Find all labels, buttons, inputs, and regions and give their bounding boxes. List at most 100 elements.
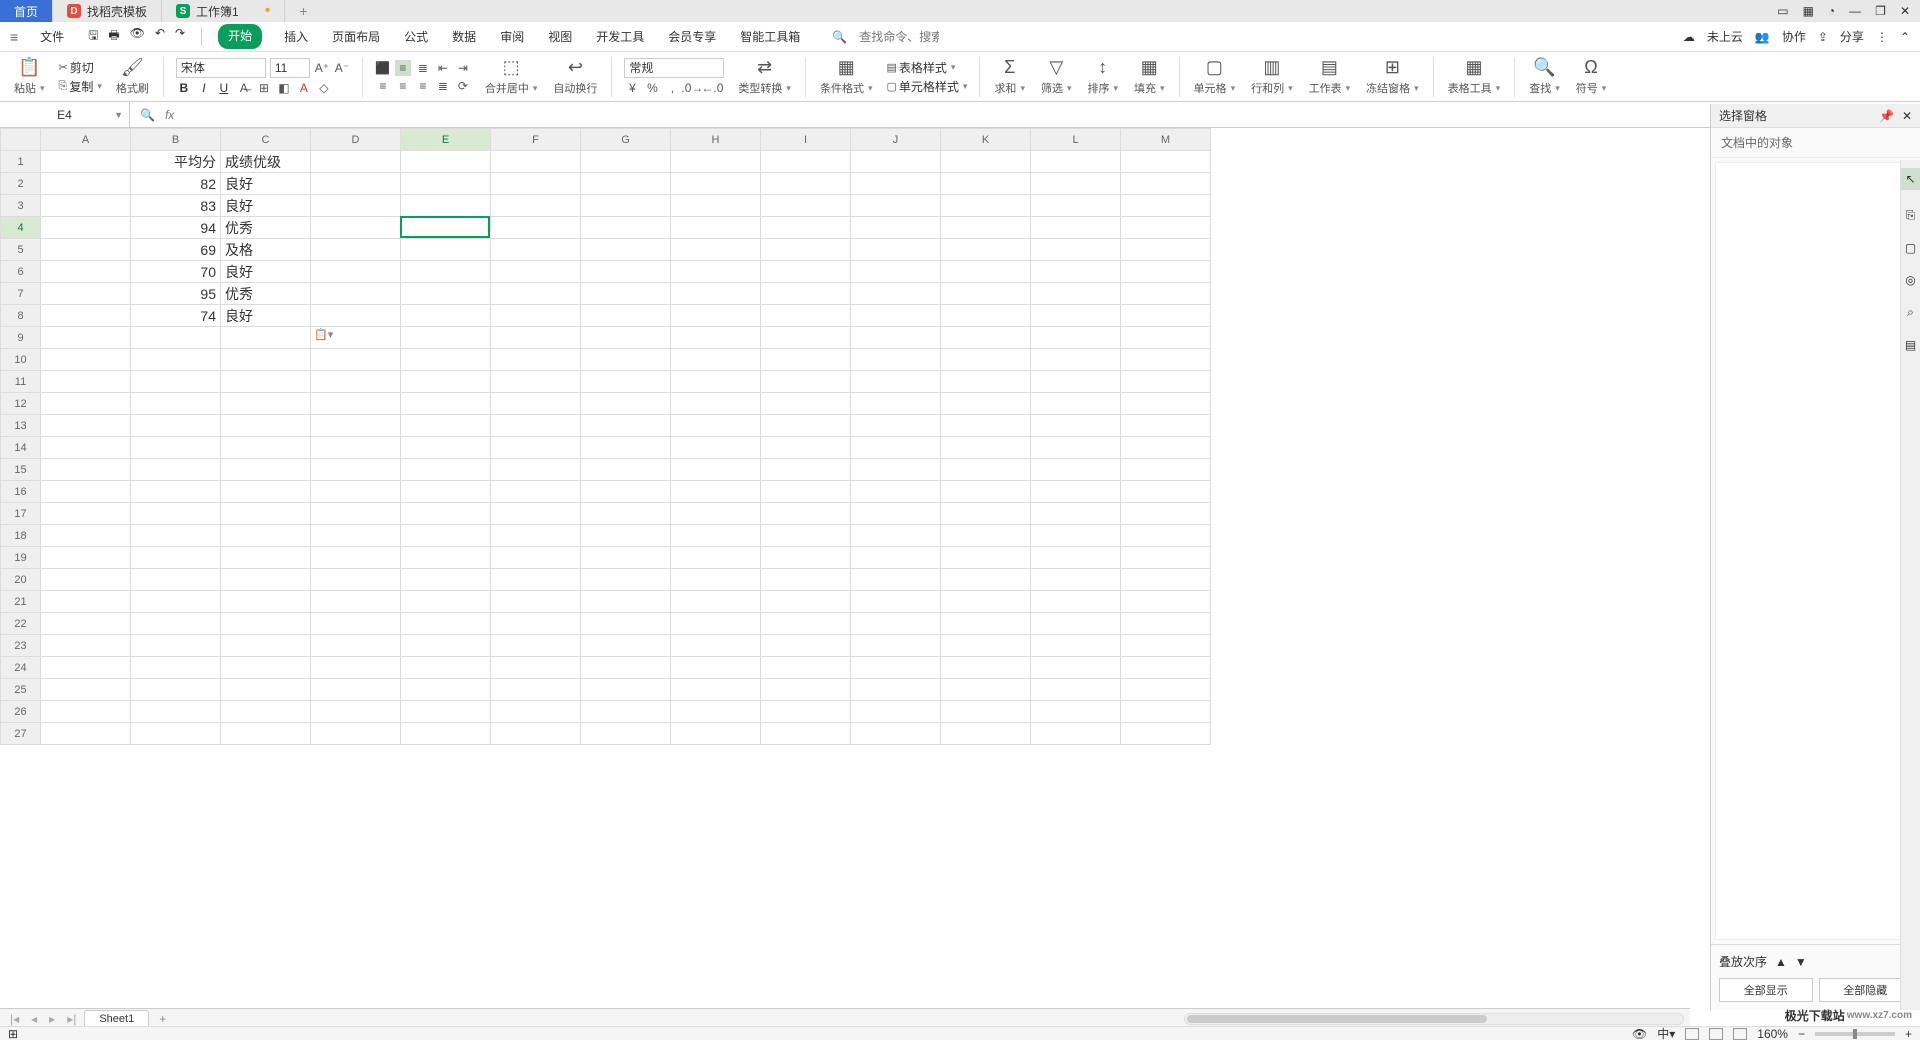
cell-A6[interactable] [41, 261, 131, 283]
cell-E5[interactable] [401, 239, 491, 261]
cell-A19[interactable] [41, 547, 131, 569]
row-header-26[interactable]: 26 [1, 701, 41, 723]
cell-L15[interactable] [1031, 459, 1121, 481]
cell-L21[interactable] [1031, 591, 1121, 613]
cell-J19[interactable] [851, 547, 941, 569]
cell-B23[interactable] [131, 635, 221, 657]
cell-G22[interactable] [581, 613, 671, 635]
cell-H14[interactable] [671, 437, 761, 459]
cell-D24[interactable] [311, 657, 401, 679]
cell-J13[interactable] [851, 415, 941, 437]
cell-D15[interactable] [311, 459, 401, 481]
cell-K27[interactable] [941, 723, 1031, 745]
cell-D10[interactable] [311, 349, 401, 371]
cell-C4[interactable]: 优秀 [221, 217, 311, 239]
tab-member[interactable]: 会员专享 [666, 24, 718, 49]
cell-B21[interactable] [131, 591, 221, 613]
cell-I13[interactable] [761, 415, 851, 437]
column-header-B[interactable]: B [131, 129, 221, 151]
cell-D13[interactable] [311, 415, 401, 437]
cell-M25[interactable] [1121, 679, 1211, 701]
cell-E18[interactable] [401, 525, 491, 547]
strike-button[interactable]: A̶ [236, 80, 252, 96]
cell-K22[interactable] [941, 613, 1031, 635]
cell-L9[interactable] [1031, 327, 1121, 349]
cell-J11[interactable] [851, 371, 941, 393]
view-break-button[interactable] [1733, 1028, 1747, 1040]
scroll-thumb[interactable] [1187, 1015, 1487, 1023]
cell-E4[interactable] [401, 217, 491, 239]
cell-M4[interactable] [1121, 217, 1211, 239]
cell-K12[interactable] [941, 393, 1031, 415]
column-header-M[interactable]: M [1121, 129, 1211, 151]
print-icon[interactable]: 🖶 [108, 26, 119, 47]
cell-A16[interactable] [41, 481, 131, 503]
cell-C2[interactable]: 良好 [221, 173, 311, 195]
cell-L18[interactable] [1031, 525, 1121, 547]
cell-F13[interactable] [491, 415, 581, 437]
cell-F3[interactable] [491, 195, 581, 217]
cell-H1[interactable] [671, 151, 761, 173]
cell-L27[interactable] [1031, 723, 1121, 745]
row-header-27[interactable]: 27 [1, 723, 41, 745]
cell-E24[interactable] [401, 657, 491, 679]
row-header-9[interactable]: 9 [1, 327, 41, 349]
formula-input[interactable] [184, 108, 1910, 122]
select-all-corner[interactable] [1, 129, 41, 151]
name-box-input[interactable] [30, 108, 100, 122]
lang-icon[interactable]: 中▾ [1657, 1025, 1675, 1042]
cell-J24[interactable] [851, 657, 941, 679]
file-menu[interactable]: 文件 [34, 26, 70, 47]
comma-icon[interactable]: , [664, 80, 680, 96]
cell-H20[interactable] [671, 569, 761, 591]
cell-C24[interactable] [221, 657, 311, 679]
layout-icon[interactable]: ▭ [1777, 4, 1788, 18]
cell-J4[interactable] [851, 217, 941, 239]
cell-E17[interactable] [401, 503, 491, 525]
cell-G7[interactable] [581, 283, 671, 305]
cell-H17[interactable] [671, 503, 761, 525]
row-header-3[interactable]: 3 [1, 195, 41, 217]
cell-G23[interactable] [581, 635, 671, 657]
cell-K9[interactable] [941, 327, 1031, 349]
cell-A20[interactable] [41, 569, 131, 591]
cell-M15[interactable] [1121, 459, 1211, 481]
cell-K1[interactable] [941, 151, 1031, 173]
cell-B6[interactable]: 70 [131, 261, 221, 283]
table-tools-button[interactable]: ▦表格工具 [1442, 57, 1507, 96]
cell-L4[interactable] [1031, 217, 1121, 239]
cell-J6[interactable] [851, 261, 941, 283]
dec-dec-icon[interactable]: ←.0 [704, 80, 720, 96]
cell-F17[interactable] [491, 503, 581, 525]
cell-E14[interactable] [401, 437, 491, 459]
row-header-1[interactable]: 1 [1, 151, 41, 173]
dec-inc-icon[interactable]: .0→ [684, 80, 700, 96]
cell-A8[interactable] [41, 305, 131, 327]
sort-button[interactable]: ↕排序 [1082, 57, 1125, 96]
cell-B9[interactable] [131, 327, 221, 349]
cell-L5[interactable] [1031, 239, 1121, 261]
cell-D2[interactable] [311, 173, 401, 195]
tool-icon-5[interactable]: ▤ [1905, 338, 1916, 352]
cell-J5[interactable] [851, 239, 941, 261]
cell-I25[interactable] [761, 679, 851, 701]
cell-I3[interactable] [761, 195, 851, 217]
cell-H23[interactable] [671, 635, 761, 657]
percent-icon[interactable]: % [644, 80, 660, 96]
coop-icon[interactable]: 👥 [1755, 30, 1770, 44]
cell-I1[interactable] [761, 151, 851, 173]
cell-A21[interactable] [41, 591, 131, 613]
cell-B7[interactable]: 95 [131, 283, 221, 305]
cell-G3[interactable] [581, 195, 671, 217]
cell-H27[interactable] [671, 723, 761, 745]
cell-I11[interactable] [761, 371, 851, 393]
cell-E6[interactable] [401, 261, 491, 283]
cell-L13[interactable] [1031, 415, 1121, 437]
row-header-16[interactable]: 16 [1, 481, 41, 503]
orientation-icon[interactable]: ⟳ [455, 78, 471, 94]
row-header-15[interactable]: 15 [1, 459, 41, 481]
cell-F12[interactable] [491, 393, 581, 415]
cell-J7[interactable] [851, 283, 941, 305]
cell-G10[interactable] [581, 349, 671, 371]
cell-G13[interactable] [581, 415, 671, 437]
